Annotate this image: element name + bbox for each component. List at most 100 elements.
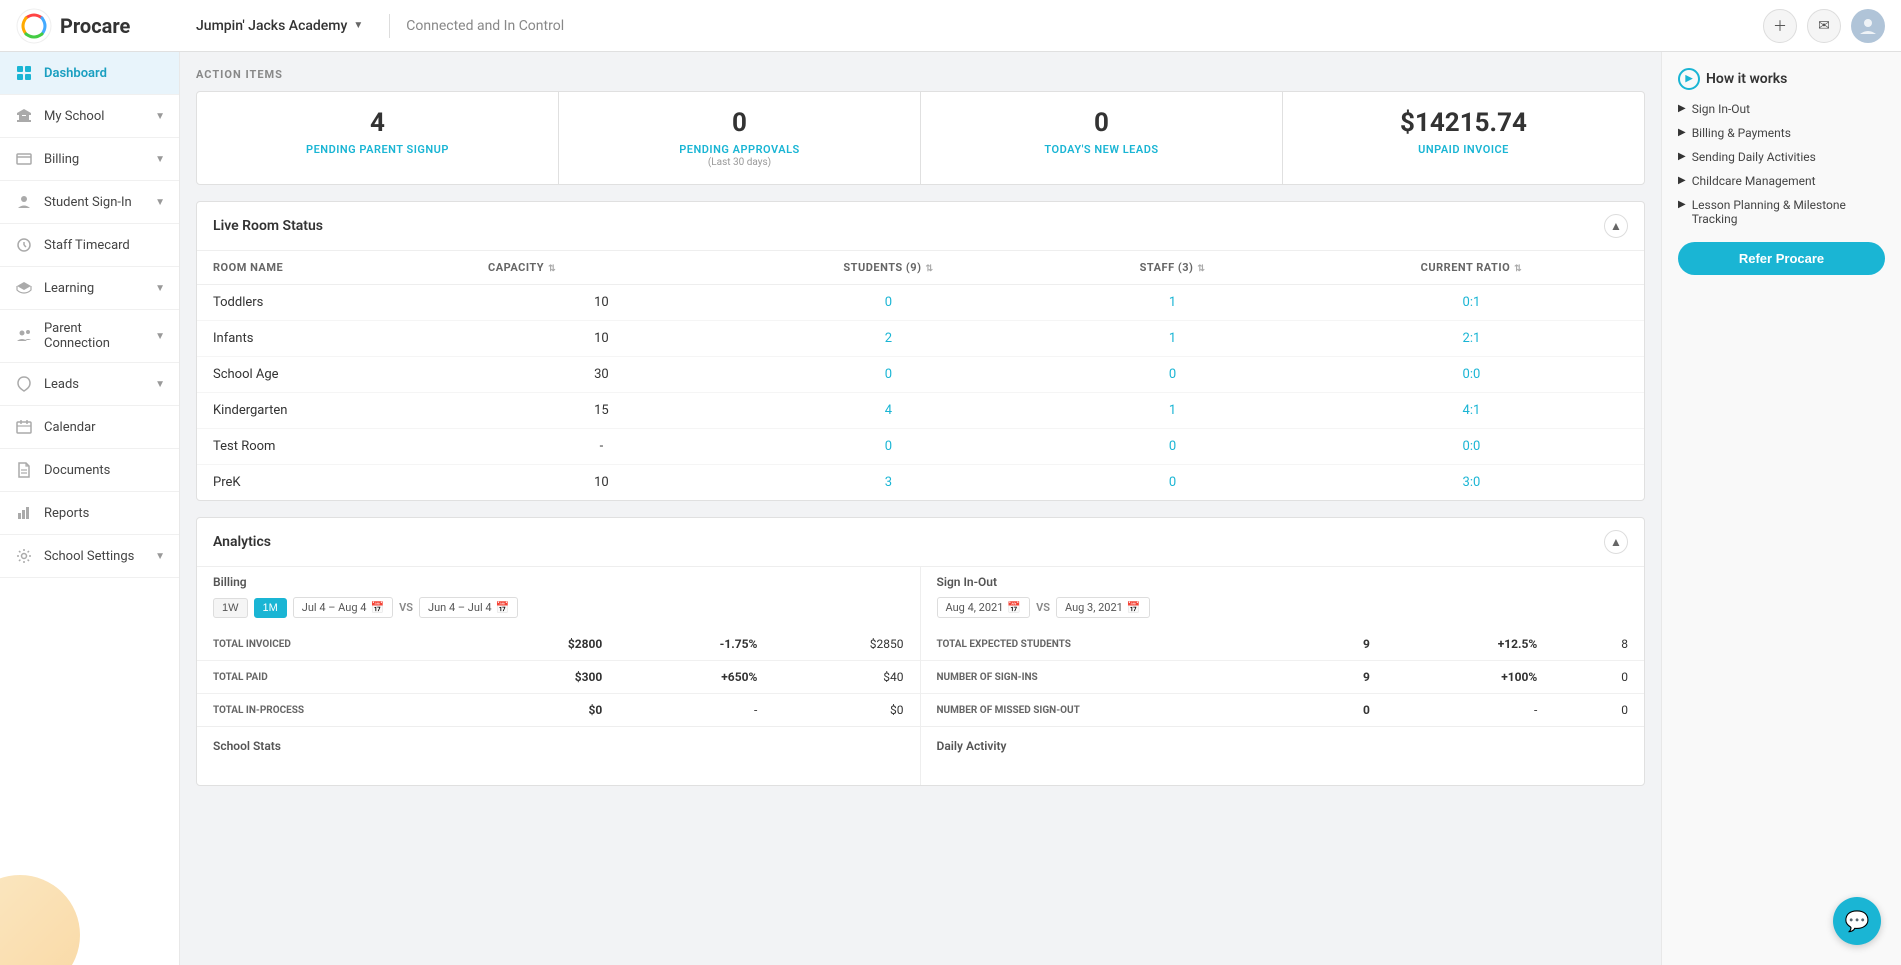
col-capacity[interactable]: CAPACITY⇅ [472,251,731,285]
live-room-collapse-button[interactable]: ▲ [1604,214,1628,238]
analytics-row: TOTAL IN-PROCESS $0 - $0 [197,694,920,727]
analytics-value2: $2850 [773,628,919,661]
right-panel: ▶ How it works ▶Sign In-Out▶Billing & Pa… [1661,52,1901,965]
action-item-pending-approvals[interactable]: 0 PENDING APPROVALS (Last 30 days) [559,92,921,184]
play-icon: ▶ [1678,68,1700,90]
sign-in-out-subtitle: Sign In-Out [921,567,1645,589]
analytics-change: +100% [1386,661,1553,694]
billing-analytics-table: TOTAL INVOICED $2800 -1.75% $2850 TOTAL … [197,628,920,726]
col-ratio[interactable]: CURRENT RATIO⇅ [1299,251,1644,285]
how-it-works-items: ▶Sign In-Out ▶Billing & Payments ▶Sending … [1678,102,1885,226]
sign-in-date-1[interactable]: Aug 4, 2021 📅 [937,597,1031,618]
school-icon [14,106,34,126]
sort-icon: ⇅ [925,264,933,274]
analytics-change: - [618,694,773,727]
room-capacity: 10 [472,285,731,321]
room-staff: 1 [1046,321,1299,357]
table-row: School Age 30 0 0 0:0 [197,357,1644,393]
arrow-icon: ▶ [1678,199,1686,210]
daily-activity: Daily Activity [921,727,1645,785]
how-it-works-item[interactable]: ▶Childcare Management [1678,174,1885,188]
dashboard-icon [14,63,34,83]
refer-procare-button[interactable]: Refer Procare [1678,242,1885,275]
period-1m-button[interactable]: 1M [254,598,287,618]
room-staff: 0 [1046,357,1299,393]
room-name: Kindergarten [197,393,472,429]
how-it-works-item[interactable]: ▶Sending Daily Activities [1678,150,1885,164]
calendar-icon: 📅 [370,601,384,614]
analytics-label: TOTAL EXPECTED STUDENTS [921,628,1295,661]
sidebar-item-learning[interactable]: Learning ▼ [0,267,179,310]
sidebar-item-label: Learning [44,281,94,296]
room-students: 0 [731,429,1046,465]
room-ratio: 0:0 [1299,357,1644,393]
arrow-icon: ▶ [1678,103,1686,114]
action-item-pending-parent[interactable]: 4 PENDING PARENT SIGNUP [197,92,559,184]
analytics-change: +650% [618,661,773,694]
learning-icon [14,278,34,298]
room-name: Test Room [197,429,472,465]
sidebar-item-parent-connection[interactable]: Parent Connection ▼ [0,310,179,363]
sidebar-item-school-settings[interactable]: School Settings ▼ [0,535,179,578]
sidebar-item-label: Student Sign-In [44,195,132,210]
how-it-works-item[interactable]: ▶Billing & Payments [1678,126,1885,140]
sidebar-item-dashboard[interactable]: Dashboard [0,52,179,95]
sign-in-vs-label: VS [1036,601,1050,614]
col-students[interactable]: STUDENTS (9)⇅ [731,251,1046,285]
billing-date-range-1[interactable]: Jul 4 – Aug 4 📅 [293,597,393,618]
sidebar-item-reports[interactable]: Reports [0,492,179,535]
nav-tagline: Connected and In Control [406,18,564,34]
pending-approvals-count: 0 [579,108,900,138]
table-row: Test Room - 0 0 0:0 [197,429,1644,465]
nav-right-actions: ＋ ✉ [1763,9,1885,43]
analytics-value1: 9 [1295,628,1386,661]
timecard-icon [14,235,34,255]
action-item-unpaid-invoice[interactable]: $14215.74 UNPAID INVOICE [1283,92,1644,184]
room-name: Infants [197,321,472,357]
chat-button[interactable]: 💬 [1833,897,1881,945]
sidebar-item-billing[interactable]: Billing ▼ [0,138,179,181]
sidebar-item-calendar[interactable]: Calendar [0,406,179,449]
submenu-chevron: ▼ [155,111,165,122]
analytics-header: Analytics ▲ [197,518,1644,567]
table-row: Toddlers 10 0 1 0:1 [197,285,1644,321]
sign-in-date-2[interactable]: Aug 3, 2021 📅 [1056,597,1150,618]
analytics-value1: 9 [1295,661,1386,694]
sign-in-out-analytics: Sign In-Out Aug 4, 2021 📅 VS Aug 3, 2021… [921,567,1645,726]
analytics-value1: $2800 [471,628,619,661]
unpaid-invoice-amount: $14215.74 [1303,108,1624,138]
action-item-new-leads[interactable]: 0 TODAY'S NEW LEADS [921,92,1283,184]
sidebar-item-staff-timecard[interactable]: Staff Timecard [0,224,179,267]
user-avatar[interactable] [1851,9,1885,43]
pending-parent-label: PENDING PARENT SIGNUP [306,143,449,156]
sidebar-item-documents[interactable]: Documents [0,449,179,492]
room-staff: 0 [1046,465,1299,501]
settings-icon [14,546,34,566]
messages-button[interactable]: ✉ [1807,9,1841,43]
billing-subtitle: Billing [197,567,920,589]
billing-date-range-2[interactable]: Jun 4 – Jul 4 📅 [419,597,518,618]
room-ratio: 0:1 [1299,285,1644,321]
analytics-value2: 0 [1553,661,1644,694]
period-1w-button[interactable]: 1W [213,598,248,618]
how-it-works-item[interactable]: ▶Sign In-Out [1678,102,1885,116]
room-name: Toddlers [197,285,472,321]
school-name: Jumpin' Jacks Academy [196,18,347,34]
table-row: Kindergarten 15 4 1 4:1 [197,393,1644,429]
leads-icon [14,374,34,394]
school-selector[interactable]: Jumpin' Jacks Academy ▼ [186,14,373,38]
sidebar-item-student-sign-in[interactable]: Student Sign-In ▼ [0,181,179,224]
room-students: 3 [731,465,1046,501]
avatar-icon [1858,16,1878,36]
calendar-icon: 📅 [1007,601,1021,614]
col-staff[interactable]: STAFF (3)⇅ [1046,251,1299,285]
sidebar-item-leads[interactable]: Leads ▼ [0,363,179,406]
how-it-works-item[interactable]: ▶ Lesson Planning & Milestone Tracking [1678,198,1885,226]
analytics-collapse-button[interactable]: ▲ [1604,530,1628,554]
daily-activity-title: Daily Activity [937,739,1629,761]
how-it-works-item-label: Lesson Planning & Milestone Tracking [1692,198,1885,226]
sidebar-item-my-school[interactable]: My School ▼ [0,95,179,138]
add-button[interactable]: ＋ [1763,9,1797,43]
analytics-row: TOTAL EXPECTED STUDENTS 9 +12.5% 8 [921,628,1645,661]
sidebar-item-label: Staff Timecard [44,238,130,253]
